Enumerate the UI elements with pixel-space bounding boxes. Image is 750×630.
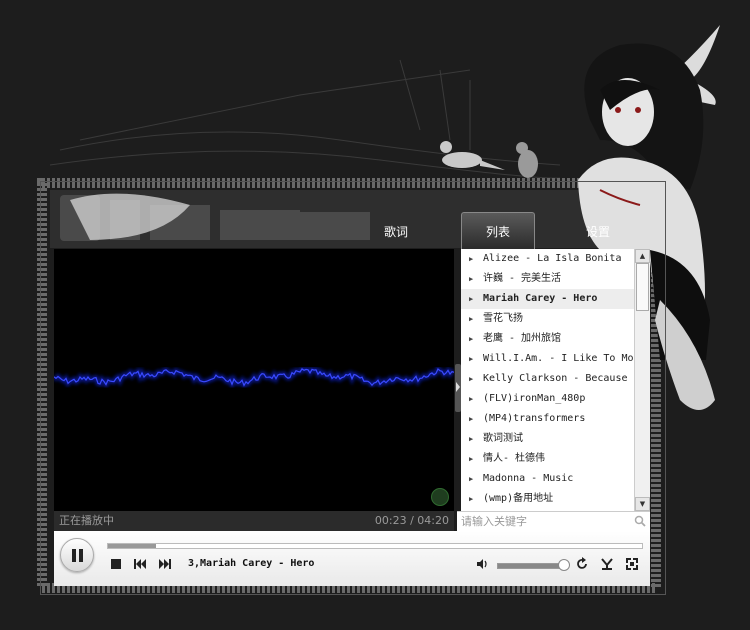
pause-button[interactable]	[60, 538, 94, 572]
play-arrow-icon: ▶	[469, 475, 474, 483]
play-arrow-icon: ▶	[469, 375, 474, 383]
play-arrow-icon: ▶	[469, 455, 474, 463]
search-input[interactable]	[461, 513, 626, 529]
next-icon[interactable]	[158, 557, 172, 571]
playlist-item[interactable]: ▶ (MP4)transformers	[461, 409, 634, 429]
playlist-item[interactable]: ▶ 歌词测试	[461, 429, 634, 449]
time-display: 00:23 / 04:20	[374, 514, 449, 527]
playlist-item[interactable]: ▶ 许巍 - 完美生活	[461, 269, 634, 289]
volume-knob[interactable]	[557, 559, 570, 571]
tab-settings[interactable]: 设置	[578, 222, 618, 242]
play-arrow-icon: ▶	[469, 255, 474, 263]
volume-icon[interactable]	[476, 557, 490, 571]
search-box	[457, 511, 650, 531]
now-playing-title: 3,Mariah Carey - Hero	[188, 558, 315, 569]
playlist-item[interactable]: ▶Will.I.Am. - I Like To Move It	[461, 349, 634, 369]
status-bar: 正在播放中 00:23 / 04:20	[54, 511, 454, 531]
playback-status: 正在播放中	[59, 514, 114, 527]
previous-icon[interactable]	[133, 557, 147, 571]
play-arrow-icon: ▶	[469, 295, 474, 303]
playlist-item-active[interactable]: ▶ Mariah Carey - Hero	[461, 289, 634, 309]
playlist-item[interactable]: ▶ Madonna - Music	[461, 469, 634, 489]
scrollbar-thumb[interactable]	[636, 263, 649, 311]
waveform	[54, 364, 454, 392]
playlist-item[interactable]: ▶ 情人- 杜德伟	[461, 449, 634, 469]
search-icon[interactable]	[634, 515, 646, 527]
visualizer	[54, 249, 454, 511]
play-arrow-icon: ▶	[469, 395, 474, 403]
stop-icon[interactable]	[109, 557, 123, 571]
seek-progress	[108, 544, 157, 548]
equalizer-icon[interactable]	[600, 557, 614, 571]
volume-level	[498, 564, 563, 568]
play-arrow-icon: ▶	[469, 435, 474, 443]
playlist-scrollbar[interactable]: ▲ ▼	[634, 249, 650, 511]
playlist-item[interactable]: ▶Kelly Clarkson - Because of You	[461, 369, 634, 389]
playlist: ▶ Alizee - La Isla Bonita ▶ 许巍 - 完美生活 ▶ Mar…	[461, 249, 634, 511]
fullscreen-icon[interactable]	[625, 557, 639, 571]
play-arrow-icon: ▶	[469, 335, 474, 343]
tab-lyrics[interactable]: 歌词	[376, 222, 416, 242]
scroll-down-icon[interactable]: ▼	[635, 497, 650, 511]
playlist-item[interactable]: ▶ 老鹰 - 加州旅馆	[461, 329, 634, 349]
play-arrow-icon: ▶	[469, 355, 474, 363]
play-arrow-icon: ▶	[469, 415, 474, 423]
arrow-right-icon	[456, 382, 460, 392]
visualizer-logo-icon	[431, 488, 449, 506]
repeat-icon[interactable]	[575, 557, 589, 571]
control-bar: 3,Mariah Carey - Hero	[54, 531, 650, 586]
playlist-item[interactable]: ▶ (wmp)备用地址	[461, 489, 634, 509]
play-arrow-icon: ▶	[469, 495, 474, 503]
tab-list[interactable]: 列表	[461, 212, 535, 250]
bird-icon	[440, 141, 505, 170]
scroll-up-icon[interactable]: ▲	[635, 249, 650, 263]
play-arrow-icon: ▶	[469, 275, 474, 283]
volume-slider[interactable]	[497, 559, 570, 571]
seek-bar[interactable]	[107, 543, 643, 549]
playlist-item[interactable]: ▶ (FLV)ironMan_480p	[461, 389, 634, 409]
play-arrow-icon: ▶	[469, 315, 474, 323]
playlist-item[interactable]: ▶ Alizee - La Isla Bonita	[461, 249, 634, 269]
playlist-item[interactable]: ▶ 雪花飞扬	[461, 309, 634, 329]
